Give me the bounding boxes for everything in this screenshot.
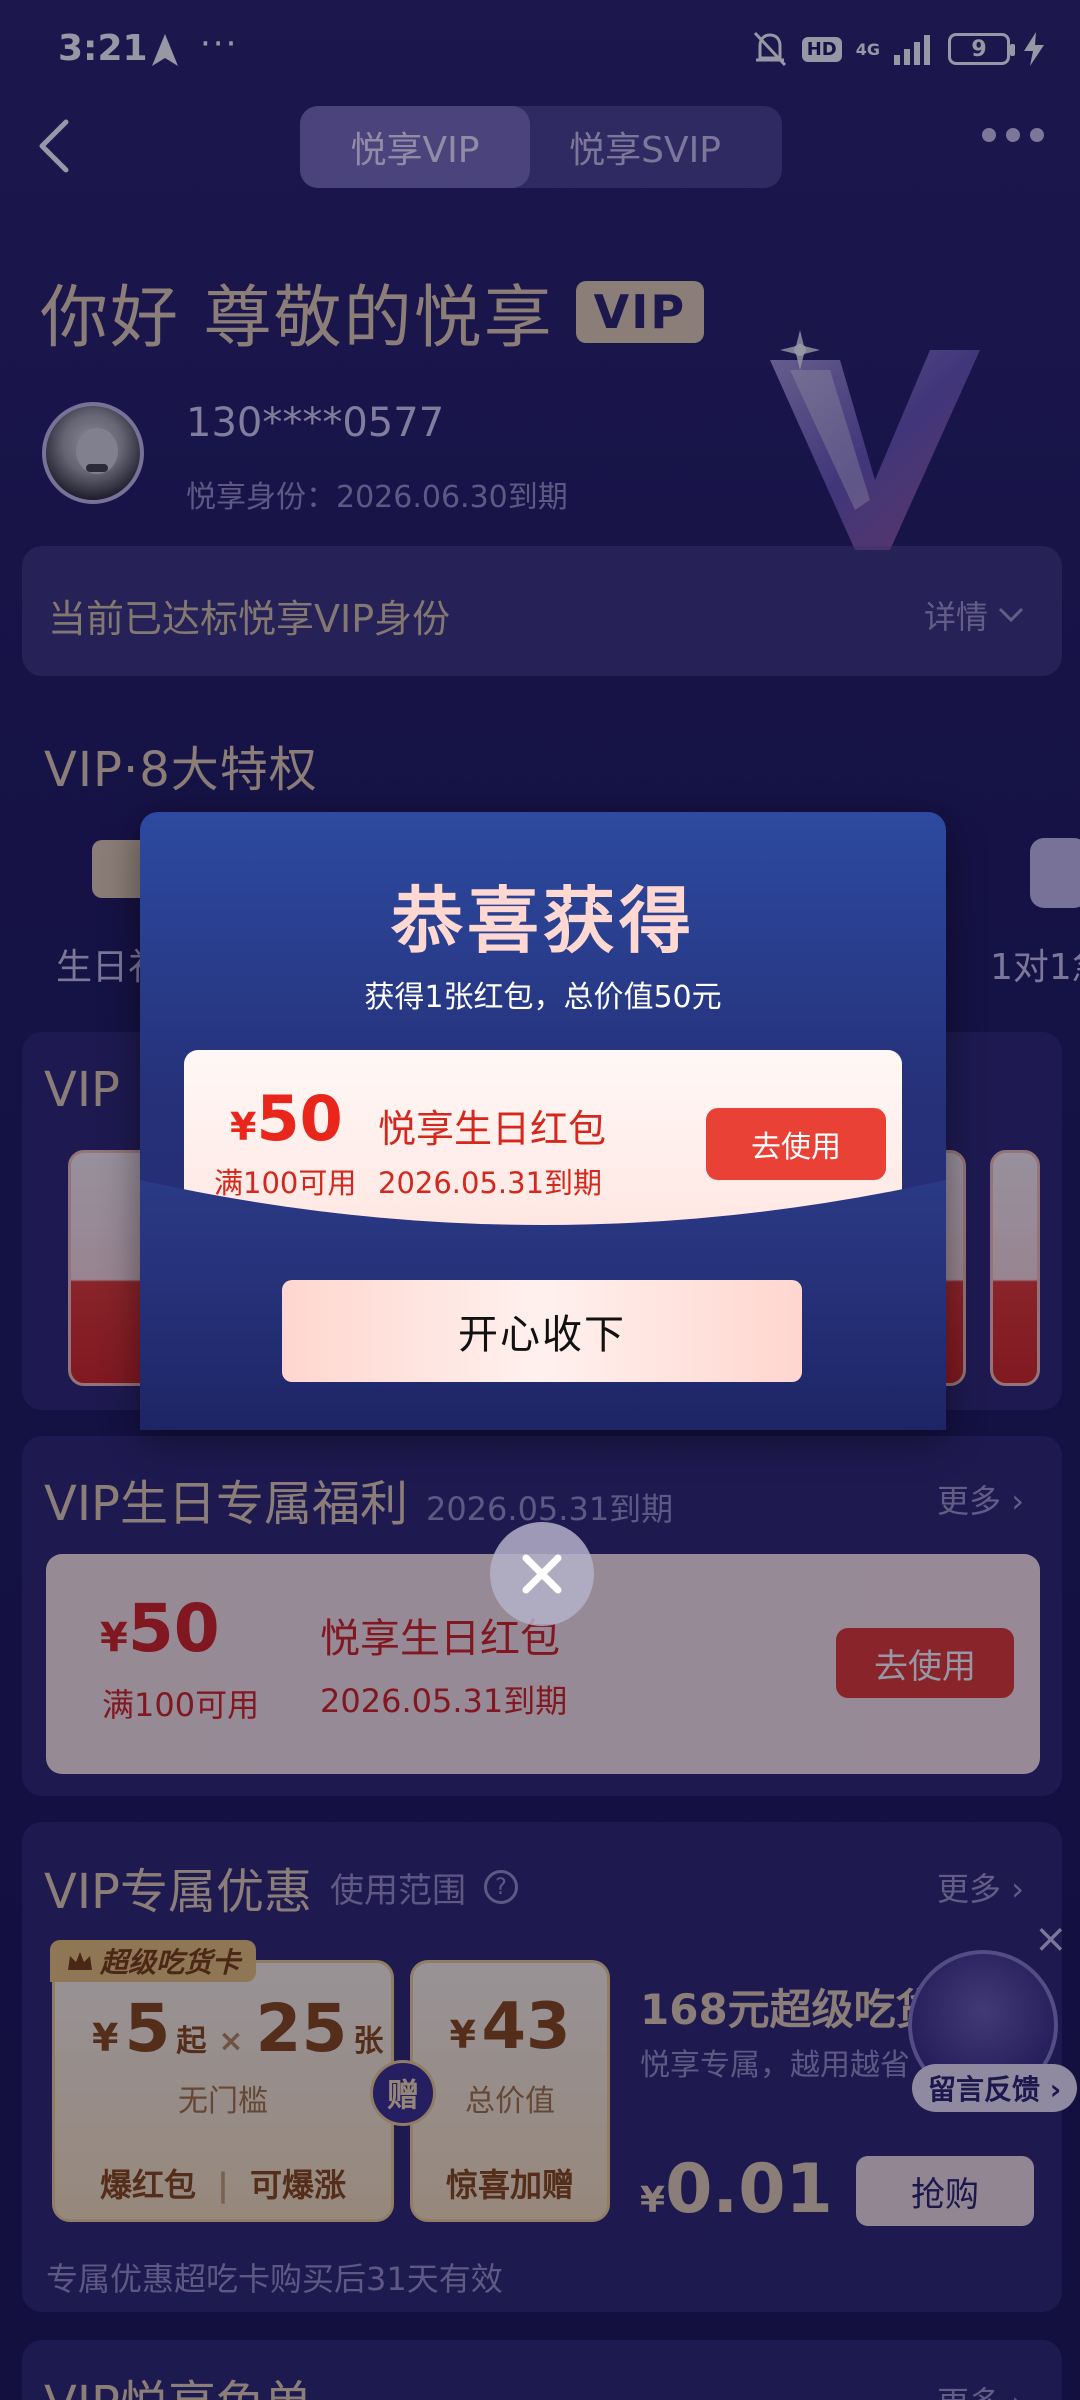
currency-symbol: ¥ (230, 1105, 257, 1149)
modal-title: 恭喜获得 (390, 879, 695, 963)
modal-use-button[interactable]: 去使用 (706, 1108, 886, 1180)
modal-coupon-expiry: 2026.05.31到期 (378, 1166, 603, 1200)
modal-coupon-amount-value: 50 (256, 1082, 343, 1155)
accept-button[interactable]: 开心收下 (282, 1280, 802, 1382)
modal-coupon-amount: ¥ 50 (230, 1082, 343, 1155)
close-icon (522, 1554, 562, 1594)
modal-coupon-condition: 满100可用 (214, 1166, 357, 1200)
modal-subtitle: 获得1张红包，总价值50元 (364, 980, 722, 1015)
modal-close-button[interactable] (490, 1522, 594, 1626)
modal-coupon-name: 悦享生日红包 (378, 1107, 607, 1151)
